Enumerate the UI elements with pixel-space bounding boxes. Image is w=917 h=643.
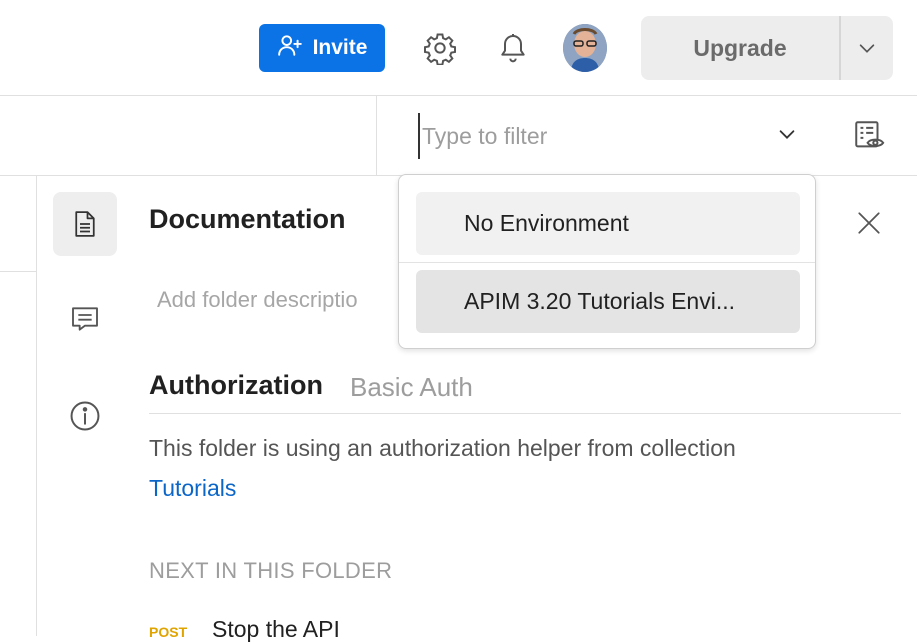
request-link[interactable]: Stop the API xyxy=(212,616,340,643)
eye-icon xyxy=(855,121,885,148)
divider xyxy=(399,262,815,263)
environment-option[interactable]: No Environment xyxy=(416,192,800,255)
add-user-icon xyxy=(277,32,303,64)
environment-dropdown-toggle[interactable] xyxy=(773,120,801,148)
environment-quick-look-button[interactable] xyxy=(850,116,888,154)
comments-tab[interactable] xyxy=(53,287,117,351)
divider xyxy=(0,271,36,272)
gear-icon xyxy=(423,33,457,65)
comment-icon xyxy=(72,307,98,331)
next-in-folder-heading: NEXT IN THIS FOLDER xyxy=(149,558,393,583)
invite-button[interactable]: Invite xyxy=(259,24,385,72)
documentation-tab[interactable] xyxy=(53,192,117,256)
upgrade-button-group: Upgrade xyxy=(641,16,893,80)
panel-divider xyxy=(36,176,37,636)
collection-link[interactable]: Tutorials xyxy=(149,475,236,502)
upgrade-button[interactable]: Upgrade xyxy=(641,16,841,80)
divider xyxy=(149,413,901,414)
authorization-helper-text: This folder is using an authorization he… xyxy=(149,435,736,461)
document-icon xyxy=(75,211,95,237)
chevron-down-icon xyxy=(859,44,875,53)
close-icon xyxy=(858,212,880,234)
documentation-heading: Documentation xyxy=(149,204,346,234)
bell-icon xyxy=(501,34,525,63)
avatar[interactable] xyxy=(563,24,607,72)
divider xyxy=(376,96,377,175)
authorization-heading: Authorization xyxy=(149,370,323,400)
info-icon xyxy=(70,401,100,431)
info-tab[interactable] xyxy=(53,384,117,448)
invite-label: Invite xyxy=(312,36,368,59)
folder-description-input[interactable]: Add folder descriptio xyxy=(157,287,397,313)
environment-filter-input[interactable] xyxy=(418,113,754,159)
chevron-down-icon xyxy=(779,130,795,139)
environment-dropdown-menu: No Environment APIM 3.20 Tutorials Envi.… xyxy=(398,174,816,349)
upgrade-menu-button[interactable] xyxy=(841,16,893,80)
close-panel-button[interactable] xyxy=(853,207,885,239)
environment-option[interactable]: APIM 3.20 Tutorials Envi... xyxy=(416,270,800,333)
request-method-badge: POST xyxy=(149,624,188,640)
notifications-button[interactable] xyxy=(491,26,535,70)
settings-button[interactable] xyxy=(418,26,462,70)
authorization-type: Basic Auth xyxy=(350,372,473,402)
